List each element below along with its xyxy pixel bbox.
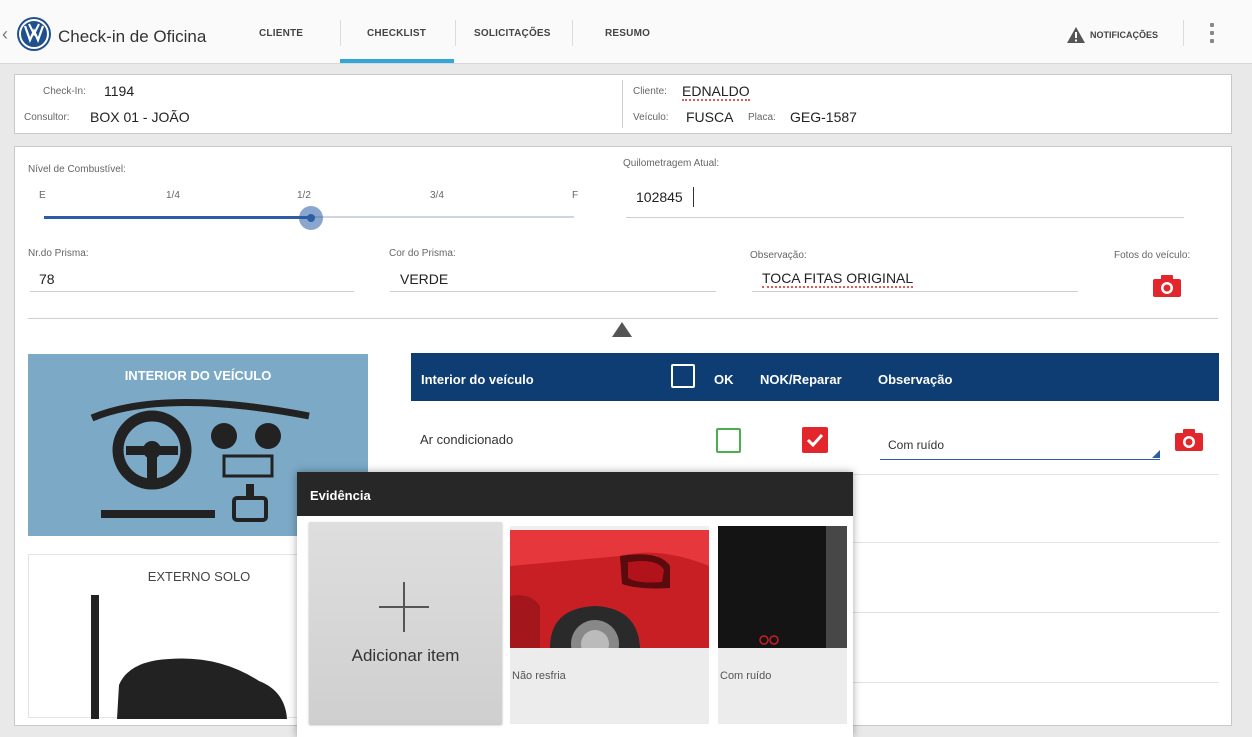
tab-divider <box>572 20 573 46</box>
checkin-value: 1194 <box>104 83 135 99</box>
car-interior-icon <box>90 398 310 522</box>
car-exterior-icon <box>91 595 287 719</box>
camera-icon[interactable] <box>1152 274 1182 298</box>
nok-checkbox[interactable] <box>802 427 828 453</box>
fuel-tick: E <box>39 190 46 201</box>
prisma-color-label: Cor do Prisma: <box>389 248 456 259</box>
fuel-tick: 3/4 <box>430 190 444 201</box>
plus-icon <box>379 582 429 632</box>
evidence-photo[interactable]: Não resfria <box>510 526 709 724</box>
evidence-photo[interactable]: Com ruído <box>718 526 847 724</box>
dark-photo-image <box>718 526 847 648</box>
col-observation-header: Observação <box>878 372 953 387</box>
back-chevron-icon[interactable]: ‹ <box>2 24 8 45</box>
tab-checklist[interactable]: CHECKLIST <box>367 28 426 39</box>
dropdown-corner-icon <box>1152 450 1160 458</box>
tab-cliente[interactable]: CLIENTE <box>259 28 303 39</box>
placa-label: Placa: <box>748 112 776 123</box>
fuel-level-label: Nível de Combustível: <box>28 164 126 175</box>
veiculo-label: Veículo: <box>633 112 669 123</box>
consultor-value: BOX 01 - JOÃO <box>90 109 190 125</box>
car-photo-image <box>510 526 709 668</box>
fuel-slider-fill <box>44 216 312 219</box>
add-item-label: Adicionar item <box>351 646 460 665</box>
photo-caption: Não resfria <box>512 670 566 682</box>
prisma-underline <box>30 291 354 292</box>
toolbar-divider <box>1183 20 1184 46</box>
info-divider <box>622 80 623 128</box>
interior-section-title: INTERIOR DO VEÍCULO <box>124 368 272 383</box>
tab-divider <box>455 20 456 46</box>
prisma-number-input[interactable]: 78 <box>39 271 55 287</box>
checklist-row-item: Ar condicionado <box>420 432 514 447</box>
checkin-info-panel <box>14 74 1232 134</box>
evidence-dialog: Evidência Adicionar item Não resfria Com… <box>297 472 853 737</box>
row-camera-icon[interactable] <box>1174 428 1204 452</box>
cliente-label: Cliente: <box>633 86 667 97</box>
collapse-arrow-icon[interactable] <box>612 322 632 337</box>
warning-icon[interactable] <box>1066 26 1086 44</box>
checklist-table-header: Interior do veículo OK NOK/Reparar Obser… <box>411 353 1219 401</box>
tab-solicitacoes[interactable]: SOLICITAÇÕES <box>474 28 551 39</box>
col-ok-header: OK <box>714 372 734 387</box>
app-title: Check-in de Oficina <box>58 27 207 46</box>
fuel-tick: 1/4 <box>166 190 180 201</box>
checkmark-icon <box>806 433 824 448</box>
km-input[interactable]: 102845 <box>636 189 683 205</box>
overflow-menu-icon[interactable] <box>1209 23 1215 47</box>
active-tab-indicator <box>340 59 454 63</box>
col-nok-header: NOK/Reparar <box>760 372 842 387</box>
photo-caption: Com ruído <box>720 670 772 682</box>
ok-checkbox[interactable] <box>716 428 741 453</box>
veiculo-value: FUSCA <box>686 109 734 125</box>
km-underline <box>626 217 1184 218</box>
evidence-dialog-title: Evidência <box>297 472 853 516</box>
text-cursor <box>693 187 694 207</box>
row-observation-input[interactable]: Com ruído <box>880 438 1160 460</box>
checkin-label: Check-In: <box>43 86 86 97</box>
tab-resumo[interactable]: RESUMO <box>605 28 650 39</box>
fuel-tick: F <box>572 190 579 201</box>
vw-logo-icon <box>17 17 51 51</box>
row-observation-value: Com ruído <box>888 438 945 452</box>
vehicle-photos-label: Fotos do veículo: <box>1114 250 1191 261</box>
prisma-number-label: Nr.do Prisma: <box>28 248 89 259</box>
observation-label: Observação: <box>750 250 807 261</box>
fuel-tick: 1/2 <box>297 190 311 201</box>
notifications-button[interactable]: NOTIFICAÇÕES <box>1090 30 1158 40</box>
prisma-color-input[interactable]: VERDE <box>400 271 448 287</box>
fuel-slider-thumb[interactable] <box>299 206 324 230</box>
km-label: Quilometragem Atual: <box>623 158 720 169</box>
observation-underline <box>752 291 1078 292</box>
tab-divider <box>340 20 341 46</box>
observation-input[interactable]: TOCA FITAS ORIGINAL <box>762 270 914 288</box>
app-header: ‹ Check-in de Oficina CLIENTE CHECKLIST … <box>0 0 1252 64</box>
cliente-value: EDNALDO <box>682 83 750 101</box>
add-item-button[interactable]: Adicionar item <box>309 522 502 724</box>
prisma-color-underline <box>390 291 716 292</box>
table-title: Interior do veículo <box>421 372 534 387</box>
section-divider <box>28 318 1218 319</box>
select-all-checkbox[interactable] <box>671 364 695 388</box>
consultor-label: Consultor: <box>24 112 70 123</box>
placa-value: GEG-1587 <box>790 109 857 125</box>
